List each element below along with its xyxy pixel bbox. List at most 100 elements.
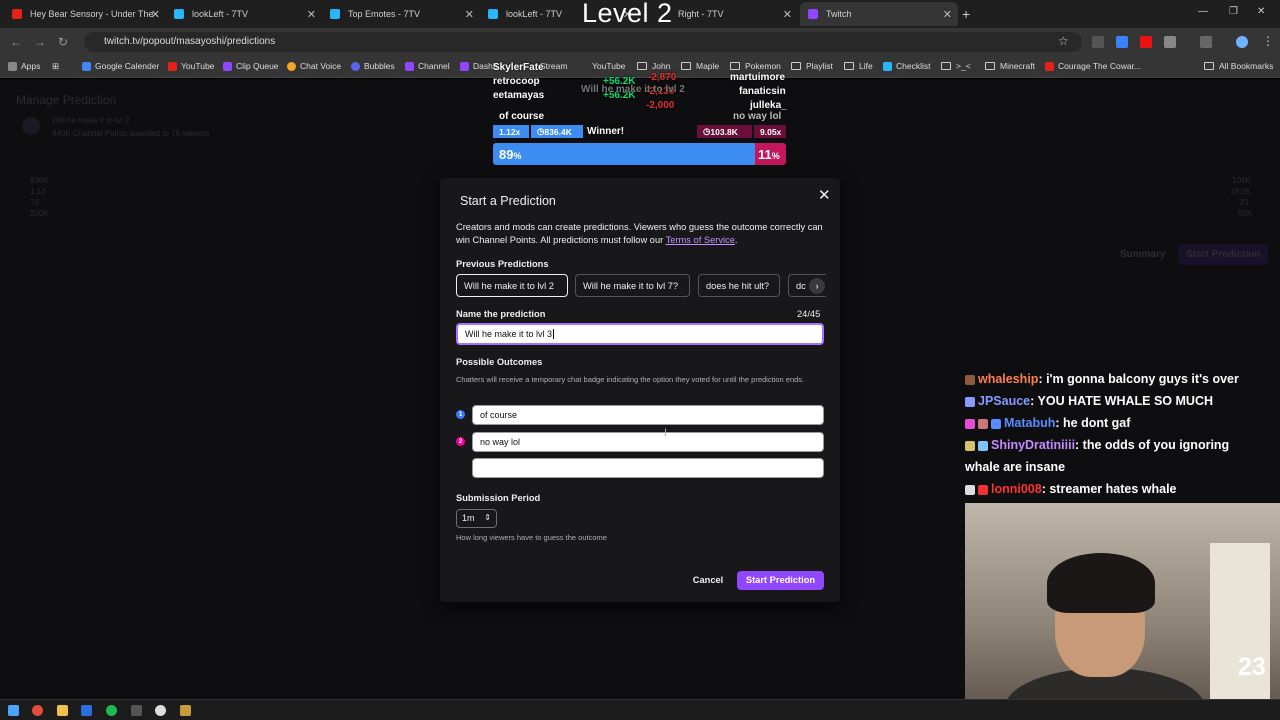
extension-icon[interactable]: [1140, 36, 1152, 48]
terms-link[interactable]: Terms of Service: [666, 235, 735, 245]
browser-tab-3[interactable]: Top Emotes - 7TV ✕: [322, 2, 480, 26]
close-icon[interactable]: ✕: [818, 186, 831, 204]
previous-prediction-button[interactable]: does he hit ult?: [698, 274, 780, 297]
modal-title: Start a Prediction: [460, 194, 556, 208]
voice-icon: [287, 61, 296, 71]
taskbar: [0, 699, 1280, 720]
submission-period-select[interactable]: 1m ⇕: [456, 509, 497, 528]
webcam-feed: 23: [965, 503, 1280, 720]
windows-start-icon[interactable]: [8, 705, 19, 716]
browser-tab-2[interactable]: lookLeft - 7TV ✕: [166, 2, 322, 26]
bookmark-minecraft[interactable]: Minecraft: [985, 61, 1035, 71]
prediction-sub-dim: 940K Channel Points awarded to 76 viewer…: [52, 129, 210, 138]
twitch-icon: [405, 61, 414, 71]
previous-prediction-button[interactable]: Will he make it to lvl 2: [456, 274, 568, 297]
settings-gear-icon[interactable]: [155, 705, 166, 716]
bookmark-face[interactable]: >_<: [941, 61, 971, 71]
right-stat: 104K: [1232, 176, 1251, 185]
check-icon: [883, 61, 892, 71]
overlay-user: julleka_: [750, 100, 787, 111]
bookmark-maple[interactable]: Maple: [681, 61, 719, 71]
outcome-input[interactable]: of course: [472, 405, 824, 425]
twitch-icon: [460, 61, 469, 71]
badge-icon: [965, 484, 975, 495]
bookmark-google-calender[interactable]: Google Calender: [82, 61, 159, 71]
folder-icon: [681, 62, 691, 70]
browser-tab-twitch[interactable]: Twitch ✕: [800, 2, 958, 26]
bookmark-channel[interactable]: Channel: [405, 61, 450, 71]
reload-icon[interactable]: ↻: [58, 35, 68, 49]
close-window-icon[interactable]: ✕: [1257, 6, 1265, 17]
prediction-name-input[interactable]: Will he make it to lvl 3: [456, 323, 824, 345]
bookmark-dashboard[interactable]: Dashb: [460, 61, 498, 71]
back-icon[interactable]: ←: [10, 35, 22, 49]
sidepanel-icon[interactable]: [1200, 36, 1212, 48]
bookmark-bubbles[interactable]: Bubbles: [351, 61, 395, 71]
bookmark-courage[interactable]: Courage The Cowar...: [1045, 61, 1141, 71]
overlay-user: martuimore: [730, 72, 786, 83]
bookmark-star-icon[interactable]: ☆: [1058, 34, 1069, 48]
file-explorer-icon[interactable]: [57, 705, 68, 716]
overlay-left-ratio: 1.12x: [493, 125, 529, 138]
start-prediction-button[interactable]: Start Prediction: [737, 571, 824, 590]
close-tab-icon[interactable]: ✕: [783, 8, 792, 21]
badge-icon: [965, 374, 975, 385]
bookmark-clip-queue[interactable]: Clip Queue: [223, 61, 279, 71]
grid-icon[interactable]: ⊞: [52, 61, 59, 72]
webcam-person-hair: [1047, 553, 1155, 613]
name-prediction-label: Name the prediction: [456, 309, 546, 319]
browser-tab-5[interactable]: Right - 7TV ✕: [670, 2, 798, 26]
maximize-icon[interactable]: ❐: [1229, 6, 1238, 17]
profile-avatar[interactable]: [1236, 36, 1248, 48]
chat-message: JPSauce: YOU HATE WHALE SO MUCH: [965, 390, 1213, 412]
bookmark-pokemon[interactable]: Pokemon: [730, 61, 781, 71]
chrome-icon[interactable]: [32, 705, 43, 716]
steam-icon[interactable]: [81, 705, 92, 716]
overlay-user: fanaticsin: [739, 86, 786, 97]
extensions-puzzle-icon[interactable]: [1164, 36, 1176, 48]
chat-message: lonni008: streamer hates whale: [965, 478, 1177, 500]
app-icon[interactable]: [180, 705, 191, 716]
overlay-user: eetamayas: [493, 90, 545, 101]
bookmark-apps[interactable]: Apps: [8, 61, 40, 71]
close-tab-icon[interactable]: ✕: [307, 8, 316, 21]
terminal-icon[interactable]: [131, 705, 142, 716]
extension-icon[interactable]: [1116, 36, 1128, 48]
bookmark-youtube-folder[interactable]: YouTube: [592, 61, 625, 71]
badge-icon: [978, 418, 988, 429]
browser-tab-1[interactable]: Hey Bear Sensory - Under The ✕: [4, 2, 166, 26]
overlay-right-ratio: 9.05x: [754, 125, 786, 138]
chat-message-continued: whale are insane: [965, 460, 1066, 474]
overlay-outcome-left: of course: [499, 111, 545, 122]
spotify-icon[interactable]: [106, 705, 117, 716]
overlay-winner: Winner!: [587, 126, 625, 137]
outcome-input-empty[interactable]: [472, 458, 824, 478]
right-stat: 18.05: [1230, 187, 1251, 196]
bookmark-chat-voice[interactable]: Chat Voice: [287, 61, 341, 71]
forward-icon[interactable]: →: [34, 35, 46, 49]
outcome-input[interactable]: no way lol: [472, 432, 824, 452]
new-tab-button[interactable]: +: [962, 6, 970, 22]
bookmark-john[interactable]: John: [637, 61, 670, 71]
bookmark-stream[interactable]: Stream: [540, 61, 567, 71]
close-tab-icon[interactable]: ✕: [151, 8, 160, 21]
bookmark-checklist[interactable]: Checklist: [883, 61, 930, 71]
points-icon: ◷: [537, 126, 545, 136]
bookmark-playlist[interactable]: Playlist: [791, 61, 833, 71]
address-bar[interactable]: twitch.tv/popout/masayoshi/predictions: [84, 32, 1082, 52]
minimize-icon[interactable]: —: [1198, 6, 1208, 17]
previous-prediction-button[interactable]: Will he make it to lvl 7?: [575, 274, 690, 297]
youtube-icon: [168, 61, 177, 71]
bookmark-all[interactable]: All Bookmarks: [1204, 61, 1273, 71]
text-cursor-icon: I: [664, 427, 668, 439]
overlay-amount: -2,000: [646, 100, 675, 111]
bookmark-life[interactable]: Life: [844, 61, 873, 71]
cancel-button[interactable]: Cancel: [686, 571, 730, 590]
extension-icon[interactable]: [1092, 36, 1104, 48]
close-tab-icon[interactable]: ✕: [943, 8, 952, 21]
close-tab-icon[interactable]: ✕: [465, 8, 474, 21]
chevron-right-icon[interactable]: ›: [809, 278, 825, 294]
bookmark-youtube[interactable]: YouTube: [168, 61, 214, 71]
twitch-icon: [808, 9, 818, 19]
menu-dots-icon[interactable]: ⋮: [1262, 34, 1274, 48]
